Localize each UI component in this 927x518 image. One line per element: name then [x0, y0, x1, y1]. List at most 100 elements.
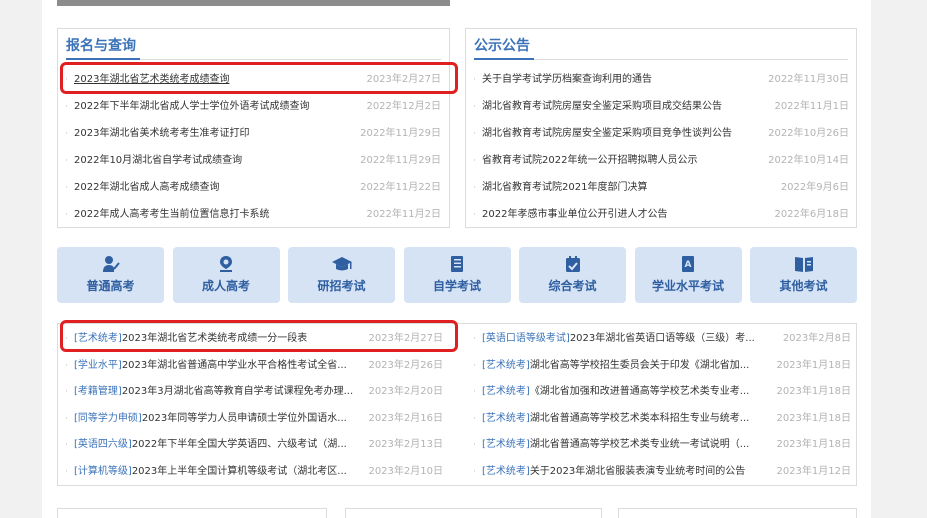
- calendar-check-icon: [519, 255, 626, 275]
- list-item-link[interactable]: [同等学力申硕]2023年同等学力人员申请硕士学位外国语水...: [74, 406, 372, 432]
- category-tag[interactable]: [艺术统考]: [482, 360, 530, 371]
- news-list-item[interactable]: · [艺术统考]湖北省普通高等学校艺术类专业统一考试说明（... 2023年1月18…: [473, 432, 851, 458]
- list-item-date: 2022年11月1日: [774, 101, 849, 112]
- category-button[interactable]: 综合考试: [519, 247, 626, 303]
- list-item-date: 2023年2月13日: [368, 439, 443, 450]
- list-item-date: 2023年2月8日: [782, 333, 851, 344]
- category-tag[interactable]: [计算机等级]: [74, 466, 132, 477]
- person-writing-icon: [57, 255, 164, 275]
- bullet-icon: ·: [473, 210, 476, 220]
- list-item-link[interactable]: [艺术统考]关于2023年湖北省服装表演专业统考时间的公告: [482, 459, 780, 485]
- news-list-item[interactable]: · [艺术统考]湖北省普通高等学校艺术类本科招生专业与统考... 2023年1月18…: [473, 406, 851, 432]
- category-label: 成人高考: [201, 279, 250, 293]
- news-list-item[interactable]: · [艺术统考]关于2023年湖北省服装表演专业统考时间的公告 2023年1月12日: [473, 459, 851, 485]
- category-button[interactable]: 普通高考: [57, 247, 164, 303]
- category-tag[interactable]: [艺术统考]: [482, 466, 530, 477]
- category-tag[interactable]: [艺术统考]: [482, 439, 530, 450]
- notice-panel: 公示公告 · 关于自学考试学历档案查询利用的通告 2022年11月30日 · 湖北省教育…: [465, 28, 857, 228]
- list-item-link[interactable]: 省教育考试院2022年统一公开招聘拟聘人员公示: [482, 148, 772, 174]
- list-item-link[interactable]: [计算机等级]2023年上半年全国计算机等级考试（湖北考区...: [74, 459, 372, 485]
- list-item-link[interactable]: [英语口语等级考试]2023年湖北省英语口语等级（三级）考...: [482, 326, 780, 352]
- book-icon: [404, 255, 511, 275]
- list-item-date: 2023年1月18日: [776, 412, 851, 424]
- list-item-link[interactable]: 关于自学考试学历档案查询利用的通告: [482, 67, 772, 93]
- list-item-link[interactable]: 湖北省教育考试院房屋安全鉴定采购项目竞争性谈判公告: [482, 121, 772, 147]
- notice-list-item[interactable]: · 省教育考试院2022年统一公开招聘拟聘人员公示 2022年10月14日: [473, 148, 849, 174]
- category-button[interactable]: A 学业水平考试: [634, 247, 742, 303]
- signup-list-item[interactable]: · 2022年下半年湖北省成人学士学位外语考试成绩查询 2022年12月2日: [65, 94, 441, 120]
- news-list-item[interactable]: · [艺术统考]湖北省高等学校招生委员会关于印发《湖北省加... 2023年1月18…: [473, 353, 851, 379]
- list-item-link[interactable]: [考籍管理]2023年3月湖北省高等教育自学考试课程免考办理...: [74, 379, 372, 405]
- list-item-link[interactable]: [艺术统考]湖北省普通高等学校艺术类本科招生专业与统考...: [482, 406, 780, 432]
- category-tag[interactable]: [学业水平]: [74, 360, 122, 371]
- news-list-item[interactable]: · [计算机等级]2023年上半年全国计算机等级考试（湖北考区... 2023年2月…: [65, 459, 443, 485]
- list-item-link[interactable]: 2022年成人高考考生当前位置信息打卡系统: [74, 202, 364, 228]
- bottom-panel: [618, 508, 857, 518]
- list-item-link[interactable]: [艺术统考]湖北省高等学校招生委员会关于印发《湖北省加...: [482, 353, 780, 379]
- list-item-link[interactable]: 2022年下半年湖北省成人学士学位外语考试成绩查询: [74, 94, 364, 120]
- signup-panel-title: 报名与查询: [66, 38, 136, 54]
- list-item-link[interactable]: [艺术统考]《湖北省加强和改进普通高等学校艺术类专业考...: [482, 379, 780, 405]
- signup-list-item[interactable]: · 2023年湖北省美术统考考生准考证打印 2022年11月29日: [65, 121, 441, 147]
- list-item-text: 湖北省普通高等学校艺术类专业统一考试说明（...: [529, 439, 750, 450]
- list-item-date: 2023年1月12日: [776, 465, 851, 477]
- list-item-link[interactable]: 湖北省教育考试院房屋安全鉴定采购项目成交结果公告: [482, 94, 772, 120]
- category-label: 其他考试: [779, 279, 828, 293]
- list-item-date: 2022年11月2日: [366, 209, 441, 220]
- notice-list-item[interactable]: · 湖北省教育考试院房屋安全鉴定采购项目竞争性谈判公告 2022年10月26日: [473, 121, 849, 147]
- list-item-link[interactable]: 2022年湖北省成人高考成绩查询: [74, 175, 364, 201]
- news-list-item[interactable]: · [同等学力申硕]2023年同等学力人员申请硕士学位外国语水... 2023年2月…: [65, 406, 443, 432]
- list-item-text: 关于2023年湖北省服装表演专业统考时间的公告: [529, 465, 746, 477]
- signup-list-item[interactable]: · 2022年湖北省成人高考成绩查询 2022年11月22日: [65, 175, 441, 201]
- highlight-box-news-first: [60, 320, 458, 352]
- list-item-link[interactable]: [学业水平]2023年湖北省普通高中学业水平合格性考试全省...: [74, 353, 372, 379]
- list-item-date: 2022年11月22日: [360, 182, 441, 193]
- news-list-item[interactable]: · [英语四六级]2022年下半年全国大学英语四、六级考试（湖... 2023年2月…: [65, 432, 443, 458]
- category-tag[interactable]: [英语四六级]: [74, 439, 132, 450]
- title-accent: [474, 58, 534, 60]
- news-list-item[interactable]: · [学业水平]2023年湖北省普通高中学业水平合格性考试全省... 2023年2月…: [65, 353, 443, 379]
- open-book-icon: [750, 255, 857, 275]
- category-button[interactable]: 成人高考: [172, 247, 280, 303]
- list-item-text: 2022年下半年全国大学英语四、六级考试（湖...: [131, 439, 347, 450]
- list-item-text: 2023年上半年全国计算机等级考试（湖北考区...: [131, 465, 347, 477]
- news-list-item[interactable]: · [英语口语等级考试]2023年湖北省英语口语等级（三级）考... 2023年2月…: [473, 326, 851, 352]
- category-tag[interactable]: [同等学力申硕]: [74, 413, 142, 424]
- bullet-icon: ·: [65, 156, 68, 166]
- notice-list-item[interactable]: · 2022年孝感市事业单位公开引进人才公告 2022年6月18日: [473, 202, 849, 228]
- signup-list-item[interactable]: · 2022年10月湖北省自学考试成绩查询 2022年11月29日: [65, 148, 441, 174]
- category-button[interactable]: 其他考试: [750, 247, 857, 303]
- list-item-date: 2023年2月16日: [368, 412, 443, 424]
- news-list-item[interactable]: · [艺术统考]《湖北省加强和改进普通高等学校艺术类专业考... 2023年1月18…: [473, 379, 851, 405]
- highlight-box-signup-first: [60, 62, 458, 94]
- list-item-link[interactable]: 湖北省教育考试院2021年度部门决算: [482, 175, 772, 201]
- banner-image: [57, 0, 450, 6]
- signup-list-item[interactable]: · 2022年成人高考考生当前位置信息打卡系统 2022年11月2日: [65, 202, 441, 228]
- list-item-date: 2023年2月26日: [368, 359, 443, 371]
- notice-list-item[interactable]: · 关于自学考试学历档案查询利用的通告 2022年11月30日: [473, 67, 849, 93]
- notice-list-item[interactable]: · 湖北省教育考试院2021年度部门决算 2022年9月6日: [473, 175, 849, 201]
- category-tag[interactable]: [艺术统考]: [482, 413, 530, 424]
- list-item-date: 2022年11月29日: [360, 155, 441, 166]
- list-item-link[interactable]: 2023年湖北省美术统考考生准考证打印: [74, 121, 364, 147]
- list-item-link[interactable]: 2022年10月湖北省自学考试成绩查询: [74, 148, 364, 174]
- category-button[interactable]: 自学考试: [403, 247, 511, 303]
- list-item-link[interactable]: 2022年孝感市事业单位公开引进人才公告: [482, 202, 772, 228]
- graduation-cap-icon: [288, 255, 395, 275]
- category-tag[interactable]: [英语口语等级考试]: [482, 333, 570, 344]
- category-tag[interactable]: [考籍管理]: [74, 386, 122, 397]
- list-item-date: 2023年2月20日: [368, 386, 443, 397]
- bullet-icon: ·: [473, 387, 476, 397]
- bullet-icon: ·: [65, 102, 68, 112]
- list-item-text: 湖北省普通高等学校艺术类本科招生专业与统考...: [529, 412, 750, 424]
- bullet-icon: ·: [65, 466, 68, 477]
- bullet-icon: ·: [473, 129, 476, 139]
- news-list-item[interactable]: · [考籍管理]2023年3月湖北省高等教育自学考试课程免考办理... 2023年2…: [65, 379, 443, 405]
- bottom-panel: [345, 508, 602, 518]
- list-item-link[interactable]: [英语四六级]2022年下半年全国大学英语四、六级考试（湖...: [74, 432, 372, 458]
- notice-list-item[interactable]: · 湖北省教育考试院房屋安全鉴定采购项目成交结果公告 2022年11月1日: [473, 94, 849, 120]
- category-button[interactable]: 研招考试: [288, 247, 395, 303]
- list-item-link[interactable]: [艺术统考]湖北省普通高等学校艺术类专业统一考试说明（...: [482, 432, 780, 458]
- list-item-date: 2023年1月18日: [776, 359, 851, 371]
- category-tag[interactable]: [艺术统考]: [482, 386, 530, 397]
